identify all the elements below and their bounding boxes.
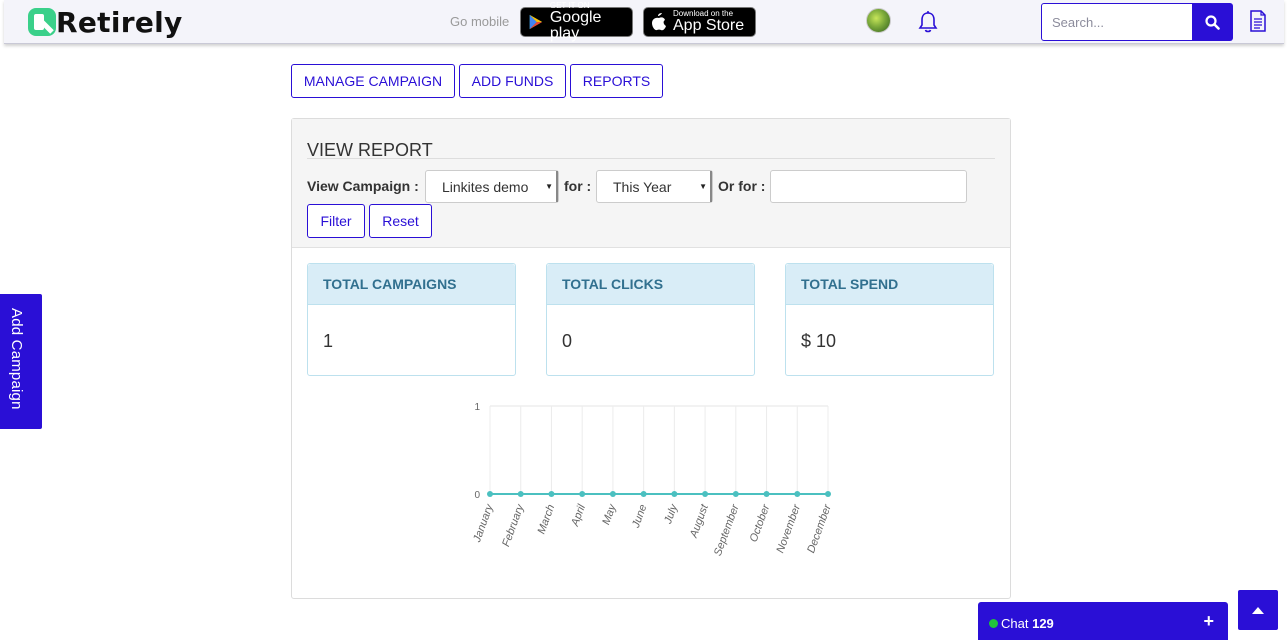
data-point bbox=[671, 491, 678, 497]
stat-card-heading: TOTAL CLICKS bbox=[547, 264, 754, 305]
x-tick-label: August bbox=[688, 502, 712, 540]
report-panel: VIEW REPORT View Campaign : Linkites dem… bbox=[291, 118, 1011, 599]
bell-icon[interactable] bbox=[917, 10, 939, 34]
y-tick-label: 0 bbox=[474, 490, 480, 501]
caret-down-icon: ▼ bbox=[545, 182, 553, 191]
x-tick-label: September bbox=[712, 502, 742, 558]
go-mobile-label: Go mobile bbox=[450, 14, 510, 29]
period-select[interactable]: This Year ▼ bbox=[596, 170, 713, 203]
caret-down-icon: ▼ bbox=[699, 182, 707, 191]
google-play-badge[interactable]: GET IT ON Google play bbox=[520, 2, 633, 42]
x-tick-label: January bbox=[471, 502, 497, 545]
x-tick-label: June bbox=[630, 503, 650, 530]
app-store-badge[interactable]: Download on the App Store bbox=[643, 7, 756, 37]
x-tick-label: July bbox=[662, 502, 681, 527]
x-tick-label: October bbox=[748, 502, 773, 544]
total-campaigns-card: TOTAL CAMPAIGNS 1 bbox=[307, 263, 516, 376]
data-point bbox=[548, 491, 555, 497]
chat-label: Chat bbox=[1001, 616, 1029, 631]
search-button[interactable] bbox=[1192, 3, 1233, 41]
or-for-label: Or for : bbox=[718, 178, 766, 194]
google-play-big-text: Google play bbox=[549, 9, 602, 42]
custom-date-input[interactable] bbox=[770, 170, 967, 203]
stat-card-heading: TOTAL SPEND bbox=[786, 264, 993, 305]
google-play-icon bbox=[529, 14, 543, 30]
x-tick-label: February bbox=[500, 502, 527, 549]
data-point bbox=[609, 491, 616, 497]
brand-logo[interactable]: Retirely bbox=[26, 4, 183, 40]
data-point bbox=[640, 491, 647, 497]
x-tick-label: November bbox=[774, 502, 803, 555]
period-select-value: This Year bbox=[613, 178, 672, 195]
select-edge bbox=[709, 171, 712, 202]
campaign-select[interactable]: Linkites demo ▼ bbox=[425, 170, 559, 203]
stat-card-heading: TOTAL CAMPAIGNS bbox=[308, 264, 515, 305]
chat-count: 129 bbox=[1032, 616, 1054, 631]
app-store-big-text: App Store bbox=[673, 17, 745, 34]
x-tick-label: April bbox=[569, 502, 588, 528]
x-tick-label: May bbox=[600, 502, 619, 527]
total-spend-card: TOTAL SPEND $ 10 bbox=[785, 263, 994, 376]
online-status-dot bbox=[989, 619, 998, 628]
data-point bbox=[732, 491, 739, 497]
add-campaign-side-label: Add Campaign bbox=[8, 308, 25, 410]
data-point bbox=[825, 491, 831, 497]
x-tick-label: December bbox=[805, 502, 834, 555]
top-navbar: Retirely Go mobile GET IT ON Google play… bbox=[4, 0, 1284, 44]
user-avatar[interactable] bbox=[866, 8, 891, 33]
search-input[interactable] bbox=[1041, 3, 1193, 41]
campaign-select-value: Linkites demo bbox=[442, 178, 529, 195]
data-point bbox=[579, 491, 586, 497]
data-point bbox=[763, 491, 770, 497]
manage-campaign-button[interactable]: MANAGE CAMPAIGN bbox=[291, 64, 455, 98]
data-point bbox=[517, 491, 524, 497]
filter-button[interactable]: Filter bbox=[307, 204, 365, 238]
report-filter-header: VIEW REPORT View Campaign : Linkites dem… bbox=[292, 119, 1010, 248]
chat-expand-icon[interactable]: + bbox=[1203, 611, 1214, 632]
select-edge bbox=[555, 171, 558, 202]
view-campaign-label: View Campaign : bbox=[307, 178, 419, 194]
stat-card-value: $ 10 bbox=[801, 331, 837, 351]
y-tick-label: 1 bbox=[474, 402, 480, 413]
brand-name: Retirely bbox=[56, 5, 183, 39]
chat-label-wrap: Chat 129 bbox=[1001, 616, 1054, 631]
stat-card-value: 1 bbox=[323, 331, 334, 351]
logo-mark-icon bbox=[28, 8, 56, 36]
chat-bar[interactable]: Chat 129 + bbox=[978, 602, 1228, 640]
add-campaign-side-tab[interactable]: Add Campaign bbox=[0, 294, 42, 429]
total-clicks-card: TOTAL CLICKS 0 bbox=[546, 263, 755, 376]
data-point bbox=[487, 491, 493, 497]
data-point bbox=[794, 491, 801, 497]
caret-up-icon bbox=[1252, 607, 1264, 614]
reset-button[interactable]: Reset bbox=[369, 204, 432, 238]
title-divider bbox=[307, 158, 995, 159]
for-label: for : bbox=[564, 178, 592, 194]
search-icon bbox=[1205, 14, 1220, 30]
add-funds-button[interactable]: ADD FUNDS bbox=[459, 64, 566, 98]
scroll-to-top-button[interactable] bbox=[1238, 590, 1278, 630]
reports-button[interactable]: REPORTS bbox=[570, 64, 663, 98]
apple-icon bbox=[652, 13, 666, 31]
document-icon[interactable] bbox=[1249, 10, 1267, 32]
data-point bbox=[702, 491, 709, 497]
x-tick-label: March bbox=[536, 503, 558, 536]
stat-card-value: 0 bbox=[562, 331, 573, 351]
monthly-report-chart: 0 1 January February March April May June July Au… bbox=[471, 402, 834, 558]
